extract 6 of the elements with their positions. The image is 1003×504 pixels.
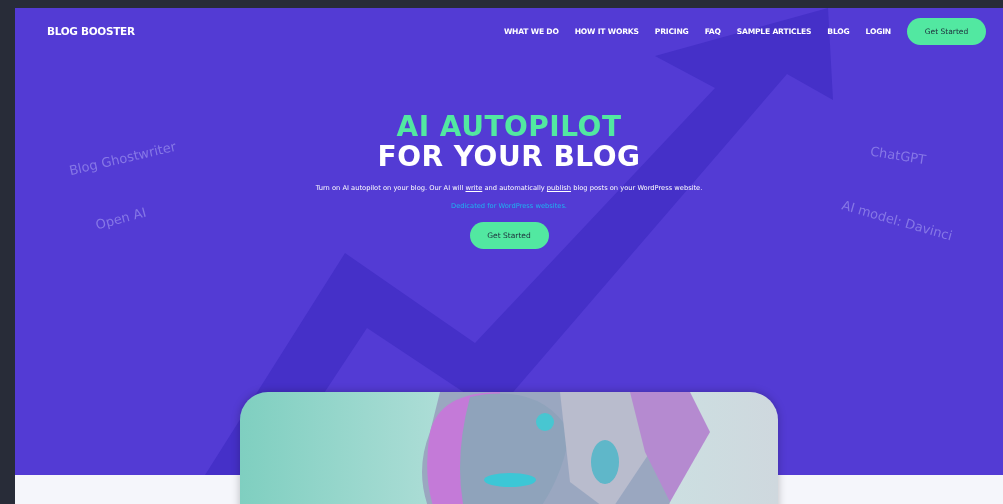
hero-title: AI AUTOPILOT	[396, 112, 622, 142]
floating-tag: AI model: Davinci	[840, 197, 954, 244]
brand-logo[interactable]: BLOG BOOSTER	[47, 25, 135, 37]
floating-tag: ChatGPT	[869, 143, 928, 168]
hero-title: FOR YOUR BLOG	[377, 142, 641, 172]
floating-tag: Open AI	[93, 204, 148, 233]
